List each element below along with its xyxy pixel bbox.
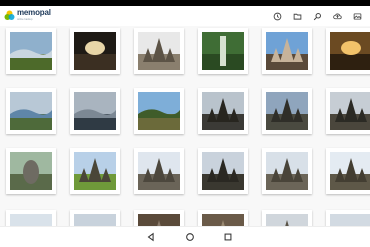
- photo-thumbnail[interactable]: [262, 28, 312, 74]
- photo-image: [202, 92, 244, 130]
- search-icon: [313, 12, 321, 20]
- photo-image: [330, 92, 370, 130]
- home-icon: [186, 233, 194, 241]
- navigation-bar: [0, 226, 370, 242]
- logo-tagline: online backup: [17, 18, 33, 21]
- photo-thumbnail[interactable]: [198, 148, 248, 194]
- app-logo[interactable]: memopal online backup: [4, 9, 51, 24]
- photo-image: [10, 152, 52, 190]
- photo-thumbnail[interactable]: [134, 28, 184, 74]
- photo-thumbnail[interactable]: [70, 210, 120, 226]
- photo-grid: [0, 26, 370, 226]
- photo-thumbnail[interactable]: [262, 148, 312, 194]
- photo-image: [74, 92, 116, 130]
- photo-thumbnail[interactable]: [326, 148, 370, 194]
- photo-image: [138, 152, 180, 190]
- photo-thumbnail[interactable]: [134, 88, 184, 134]
- logo-name: memopal: [17, 8, 51, 17]
- photo-image: [330, 32, 370, 70]
- back-icon: [147, 232, 154, 242]
- photo-thumbnail[interactable]: [6, 88, 56, 134]
- photo-thumbnail[interactable]: [262, 210, 312, 226]
- photo-thumbnail[interactable]: [326, 210, 370, 226]
- gallery-button[interactable]: [350, 9, 364, 23]
- folder-icon: [293, 13, 301, 20]
- cloud-upload-icon: [332, 13, 342, 19]
- photo-image: [202, 152, 244, 190]
- photo-image: [74, 32, 116, 70]
- photo-image: [266, 32, 308, 70]
- back-button[interactable]: [146, 229, 156, 242]
- history-icon: [273, 12, 281, 20]
- folders-button[interactable]: [290, 9, 304, 23]
- photo-image: [10, 92, 52, 130]
- photo-image: [202, 214, 244, 226]
- photo-thumbnail[interactable]: [326, 88, 370, 134]
- photo-image: [202, 32, 244, 70]
- photo-image: [74, 152, 116, 190]
- photo-image: [330, 214, 370, 226]
- memopal-logo-icon: [4, 10, 15, 20]
- photo-thumbnail[interactable]: [70, 88, 120, 134]
- photo-image: [138, 32, 180, 70]
- photo-thumbnail[interactable]: [326, 28, 370, 74]
- toolbar-actions: [270, 9, 366, 23]
- photo-image: [10, 214, 52, 226]
- photo-thumbnail[interactable]: [6, 28, 56, 74]
- photo-image: [330, 152, 370, 190]
- photo-image: [266, 152, 308, 190]
- photo-thumbnail[interactable]: [70, 28, 120, 74]
- gallery-icon: [353, 12, 361, 20]
- history-button[interactable]: [270, 9, 284, 23]
- photo-thumbnail[interactable]: [198, 210, 248, 226]
- photo-image: [266, 214, 308, 226]
- photo-thumbnail[interactable]: [262, 88, 312, 134]
- upload-button[interactable]: [330, 9, 344, 23]
- recents-button[interactable]: [223, 229, 233, 241]
- photo-thumbnail[interactable]: [134, 210, 184, 226]
- photo-image: [10, 32, 52, 70]
- app-bar: memopal online backup: [0, 6, 370, 26]
- photo-thumbnail[interactable]: [70, 148, 120, 194]
- recents-icon: [224, 233, 232, 241]
- photo-image: [138, 214, 180, 226]
- search-button[interactable]: [310, 9, 324, 23]
- photo-image: [266, 92, 308, 130]
- photo-thumbnail[interactable]: [198, 28, 248, 74]
- photo-thumbnail[interactable]: [6, 210, 56, 226]
- photo-thumbnail[interactable]: [134, 148, 184, 194]
- home-button[interactable]: [185, 229, 195, 241]
- photo-image: [74, 214, 116, 226]
- photo-thumbnail[interactable]: [6, 148, 56, 194]
- photo-image: [138, 92, 180, 130]
- photo-thumbnail[interactable]: [198, 88, 248, 134]
